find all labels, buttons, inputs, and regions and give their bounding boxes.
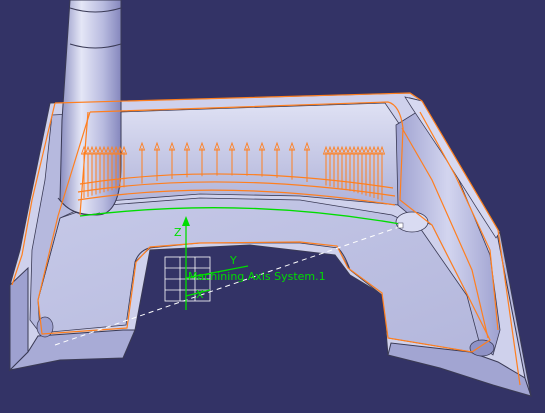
- slot-end-front: [469, 339, 495, 357]
- z-axis-label: Z: [174, 226, 182, 239]
- guide-end-marker[interactable]: [397, 222, 404, 229]
- axis-system-label[interactable]: Machining Axis System.1: [188, 270, 326, 283]
- x-axis-label: X: [196, 288, 204, 301]
- slot-corner-circle: [395, 211, 429, 233]
- cad-3d-viewport[interactable]: Z Y X Machining Axis System.1: [0, 0, 545, 413]
- y-axis-label: Y: [229, 254, 237, 267]
